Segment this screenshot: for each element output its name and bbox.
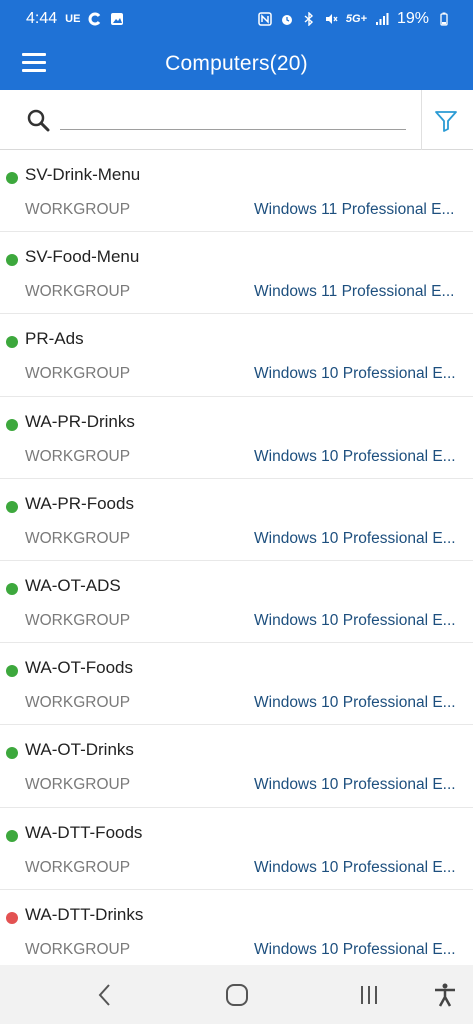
status-time: 4:44 — [26, 10, 58, 27]
status-dot — [6, 418, 18, 431]
computer-os: Windows 11 Professional E... — [254, 283, 455, 301]
status-dot — [6, 172, 18, 184]
computer-name: WA-DTT-Foods — [25, 822, 143, 842]
computer-workgroup: WORKGROUP — [25, 776, 131, 794]
status-dot — [6, 911, 18, 924]
search-divider — [421, 90, 422, 150]
computer-name: WA-PR-Drinks — [25, 411, 135, 431]
computer-os: Windows 10 Professional E... — [254, 858, 456, 876]
hamburger-menu-icon[interactable] — [22, 53, 48, 75]
status-carrier: UE — [65, 13, 81, 25]
status-dot — [6, 582, 18, 595]
app-header: Computers(20) — [0, 38, 473, 90]
accessibility-icon[interactable] — [432, 982, 458, 1008]
computer-workgroup: WORKGROUP — [25, 365, 131, 383]
computer-name: WA-OT-Foods — [25, 658, 133, 678]
system-navigation-bar — [0, 965, 473, 1024]
status-dot — [6, 665, 18, 678]
gallery-icon — [111, 13, 124, 25]
computer-list-item[interactable]: WA-PR-Foods WORKGROUP Windows 10 Professio… — [0, 479, 473, 561]
nfc-icon — [258, 12, 272, 26]
computer-os: Windows 10 Professional E... — [254, 940, 456, 958]
home-icon[interactable] — [224, 982, 250, 1008]
computer-workgroup: WORKGROUP — [25, 201, 131, 218]
signal-icon — [375, 13, 389, 25]
computer-os: Windows 10 Professional E... — [254, 529, 456, 547]
status-bar-right: 5G+ 19% — [258, 10, 451, 28]
app-notification-icon — [88, 12, 101, 26]
computer-list-item[interactable]: WA-PR-Drinks WORKGROUP Windows 10 Professi… — [0, 397, 473, 479]
page-title: Computers(20) — [165, 52, 308, 75]
computer-workgroup: WORKGROUP — [25, 529, 131, 547]
computer-name: WA-DTT-Drinks — [25, 904, 144, 924]
computer-list-item[interactable]: WA-OT-Foods WORKGROUP Windows 10 Professio… — [0, 643, 473, 726]
alarm-icon — [281, 15, 292, 25]
search-input[interactable] — [60, 104, 406, 130]
computer-list-item[interactable]: SV-Food-Menu WORKGROUP Windows 11 Professi… — [0, 232, 473, 315]
computer-workgroup: WORKGROUP — [25, 611, 131, 629]
computer-name: WA-PR-Foods — [25, 493, 134, 513]
computer-name: WA-OT-Drinks — [25, 740, 134, 760]
mute-icon — [325, 14, 338, 24]
back-chevron-icon[interactable] — [92, 982, 118, 1008]
computer-list-item[interactable]: WA-DTT-Foods WORKGROUP Windows 10 Professi… — [0, 808, 473, 890]
computer-os: Windows 11 Professional E... — [254, 201, 455, 218]
computer-list-item[interactable]: PR-Ads WORKGROUP Windows 10 Professional E… — [0, 314, 473, 397]
computer-name: SV-Drink-Menu — [25, 165, 141, 184]
computer-os: Windows 10 Professional E... — [254, 611, 456, 629]
status-dot — [6, 829, 18, 842]
search-bar — [0, 90, 473, 150]
computer-workgroup: WORKGROUP — [25, 940, 131, 958]
computer-os: Windows 10 Professional E... — [254, 776, 456, 794]
computer-list-item[interactable]: WA-DTT-Drinks WORKGROUP Windows 10 Profess… — [0, 890, 473, 965]
recent-apps-icon[interactable] — [356, 982, 382, 1008]
battery-icon — [440, 12, 448, 26]
computer-list-item[interactable]: WA-OT-ADS WORKGROUP Windows 10 Professiona… — [0, 561, 473, 644]
computer-os: Windows 10 Professional E... — [254, 365, 456, 383]
status-dot — [6, 500, 18, 513]
computer-list: SV-Drink-Menu WORKGROUP Windows 11 Profess… — [0, 150, 473, 965]
bluetooth-icon — [304, 12, 313, 26]
computer-os: Windows 10 Professional E... — [254, 447, 456, 465]
battery-percent: 19% — [396, 10, 429, 27]
computer-os: Windows 10 Professional E... — [254, 694, 456, 712]
computer-name: PR-Ads — [25, 329, 84, 349]
computer-name: SV-Food-Menu — [25, 247, 140, 267]
status-dot — [6, 254, 18, 267]
computer-workgroup: WORKGROUP — [25, 694, 131, 712]
computer-name: WA-OT-ADS — [25, 575, 121, 595]
filter-icon[interactable] — [433, 108, 459, 134]
computer-workgroup: WORKGROUP — [25, 858, 131, 876]
status-bar-left: 4:44 UE — [26, 10, 124, 28]
status-bar: 4:44 UE 5G+ 19% — [0, 0, 473, 38]
network-type: 5G+ — [345, 13, 367, 25]
computer-workgroup: WORKGROUP — [25, 283, 131, 301]
status-dot — [6, 336, 18, 349]
status-dot — [6, 747, 18, 760]
computer-list-item[interactable]: WA-OT-Drinks WORKGROUP Windows 10 Professi… — [0, 725, 473, 808]
search-icon — [27, 109, 50, 132]
computer-list-item[interactable]: SV-Drink-Menu WORKGROUP Windows 11 Profess… — [0, 150, 473, 233]
computer-workgroup: WORKGROUP — [25, 447, 131, 465]
